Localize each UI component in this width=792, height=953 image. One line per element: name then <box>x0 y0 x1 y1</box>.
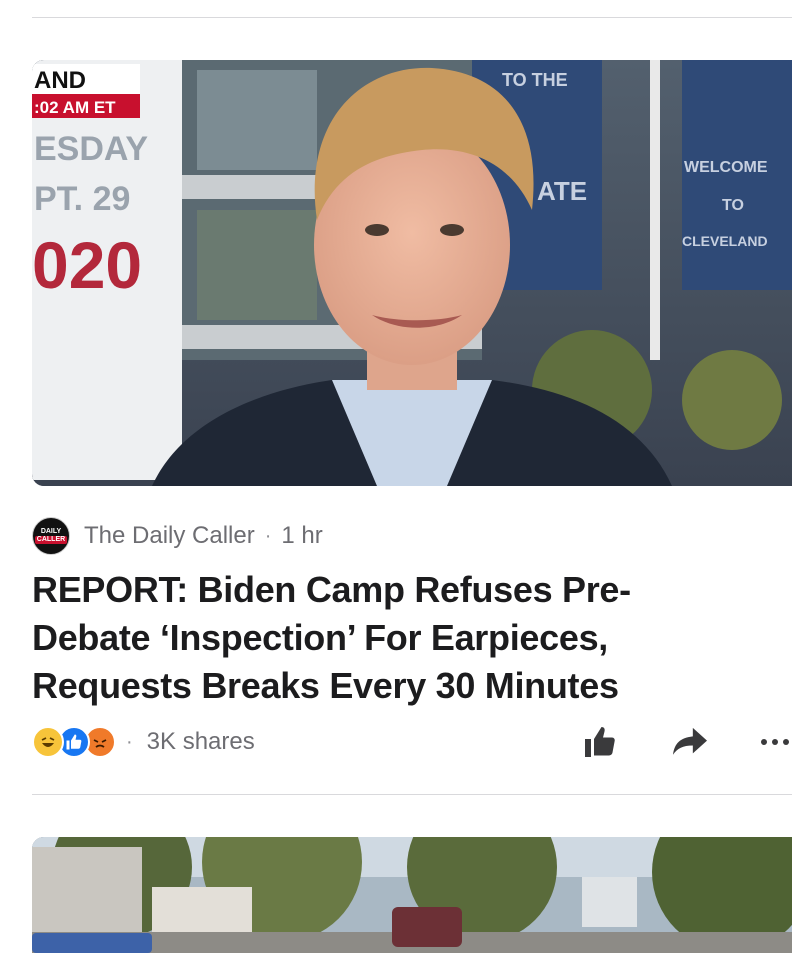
share-count[interactable]: 3K shares <box>147 728 255 756</box>
separator-dot: · <box>264 524 272 547</box>
banner-year: 020 <box>32 228 142 302</box>
sign-city-text: CLEVELAND <box>682 233 768 249</box>
article-image[interactable]: AND :02 AM ET ESDAY PT. 29 020 TO THE AT… <box>32 60 792 486</box>
source-logo-line1: DAILY <box>40 528 62 535</box>
share-button[interactable] <box>670 722 710 762</box>
separator-dot: · <box>126 730 133 753</box>
article-headline[interactable]: REPORT: Biden Camp Refuses Pre-Debate ‘I… <box>32 566 732 710</box>
thumbs-up-icon <box>585 727 615 757</box>
lower-third-time: :02 AM ET <box>34 98 116 117</box>
banner-date: PT. 29 <box>34 180 130 218</box>
like-button[interactable] <box>580 722 620 762</box>
next-article-image[interactable] <box>32 837 792 953</box>
more-button[interactable] <box>758 722 792 762</box>
sign-welcome-text: WELCOME <box>684 159 768 176</box>
banner-day: ESDAY <box>34 130 148 168</box>
sign-to-text: TO <box>722 197 744 214</box>
social-row: · 3K shares <box>32 722 792 762</box>
reaction-summary[interactable] <box>32 726 116 758</box>
post-time: 1 hr <box>281 522 323 549</box>
share-arrow-icon <box>673 727 707 755</box>
article-photo: AND :02 AM ET ESDAY PT. 29 020 TO THE AT… <box>32 60 792 486</box>
card-divider <box>32 794 792 795</box>
next-article-photo <box>32 837 792 953</box>
source-name[interactable]: The Daily Caller <box>84 522 255 550</box>
more-icon <box>761 739 789 745</box>
source-row[interactable]: DAILY CALLER The Daily Caller · 1 hr <box>32 516 323 556</box>
source-logo[interactable]: DAILY CALLER <box>32 517 70 555</box>
haha-icon <box>32 726 64 758</box>
source-logo-line2: CALLER <box>34 536 68 544</box>
top-divider <box>32 17 792 18</box>
sign-top-text: TO THE <box>502 70 568 90</box>
sign-mid-text: ATE <box>537 176 587 206</box>
lower-third-title: AND <box>34 67 86 94</box>
